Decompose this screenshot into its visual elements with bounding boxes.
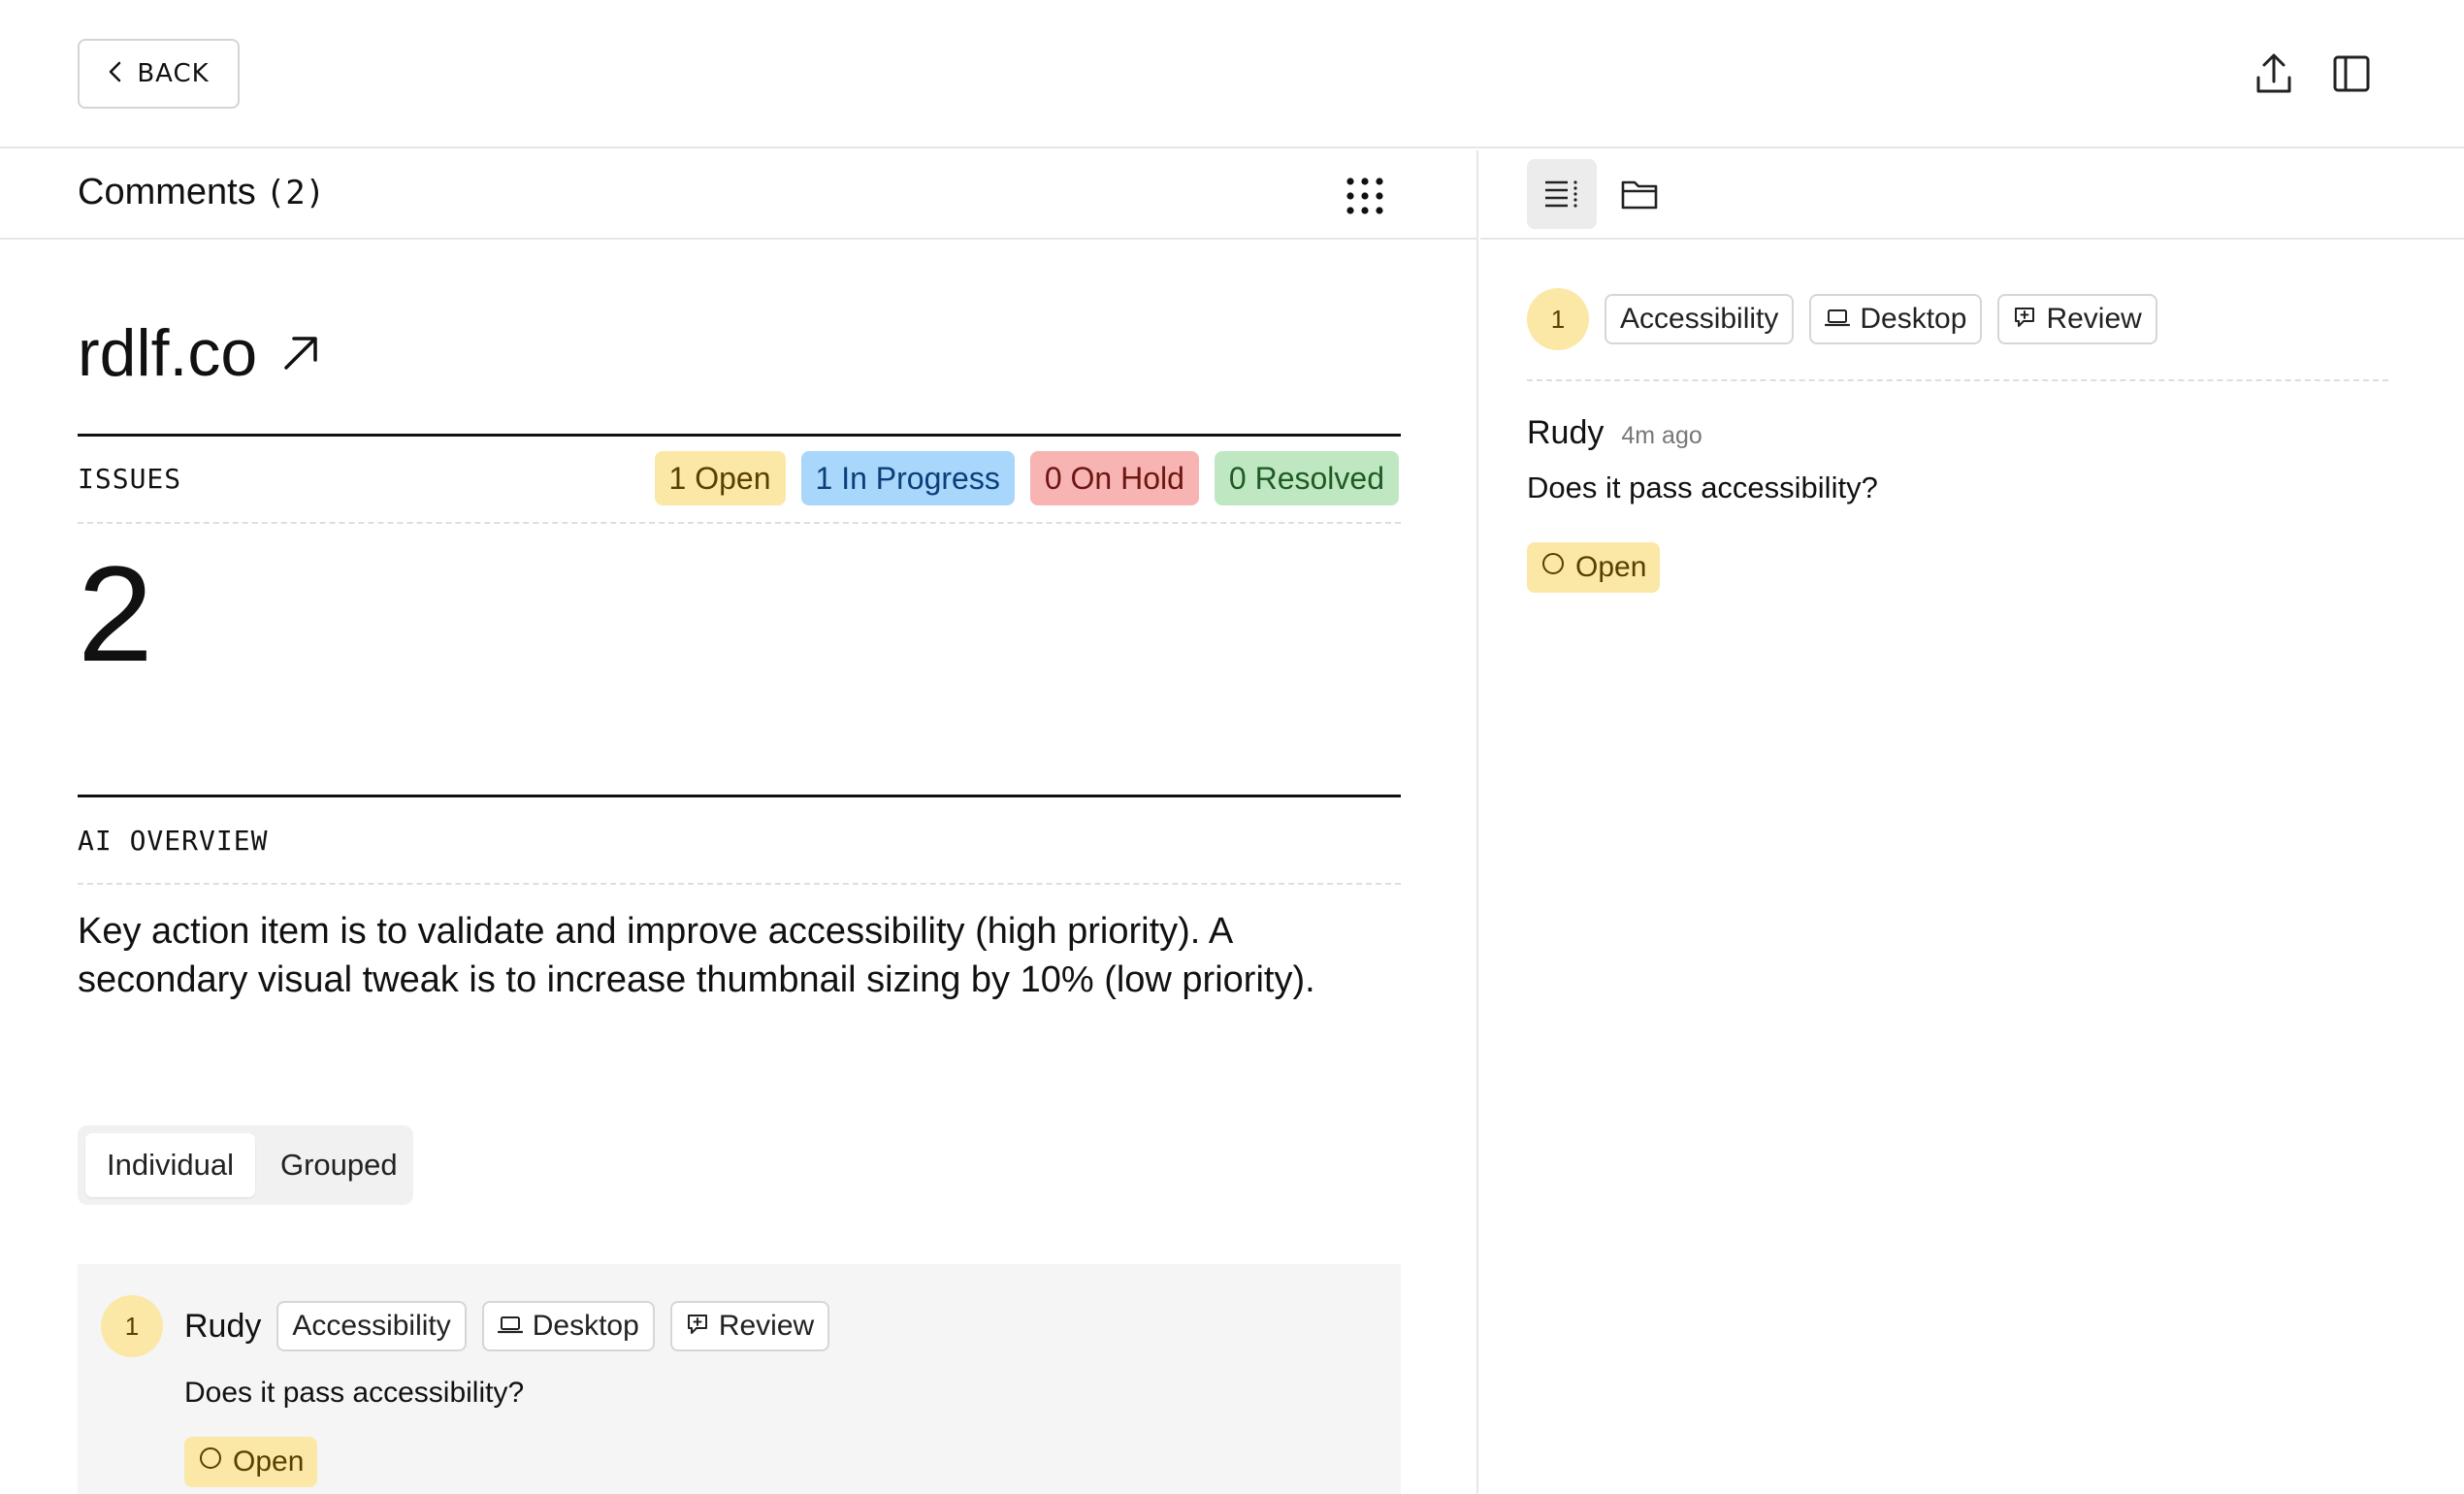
ai-overview-rule [78, 795, 1401, 797]
tag-accessibility[interactable]: Accessibility [276, 1301, 467, 1351]
upload-icon[interactable] [2249, 49, 2299, 99]
tag-label: Desktop [532, 1310, 639, 1342]
issues-divider [78, 522, 1401, 524]
detail-panel: 1 Accessibility Desktop Review Rudy 4m a… [1480, 150, 2464, 1494]
comment-number: 1 [101, 1295, 163, 1357]
comment-card[interactable]: 1 Rudy Accessibility Desktop Review Does… [78, 1264, 1401, 1494]
comment-status[interactable]: Open [184, 1437, 318, 1487]
individual-view-button[interactable]: Individual [85, 1133, 255, 1197]
tag-desktop[interactable]: Desktop [1809, 294, 1983, 344]
comment-author: Rudy [184, 1307, 262, 1345]
circle-icon [1540, 551, 1566, 584]
grid-menu-icon[interactable] [1341, 172, 1389, 220]
issues-total: 2 [78, 537, 153, 690]
tag-review[interactable]: Review [1997, 294, 2157, 344]
external-link-icon[interactable] [280, 333, 321, 374]
list-view-icon[interactable] [1527, 159, 1597, 229]
issue-status-badges: 1 Open 1 In Progress 0 On Hold 0 Resolve… [654, 451, 1399, 505]
laptop-icon [497, 1310, 523, 1343]
comment-text: Does it pass accessibility? [184, 1377, 525, 1409]
site-name: rdlf.co [78, 316, 258, 390]
tag-label: Accessibility [1620, 303, 1779, 335]
comments-title-text: Comments [78, 172, 256, 212]
message-plus-icon [686, 1310, 709, 1343]
tag-accessibility[interactable]: Accessibility [1605, 294, 1795, 344]
message-plus-icon [2013, 303, 2036, 336]
tag-label: Desktop [1860, 303, 1967, 335]
issues-label: ISSUES [78, 463, 182, 495]
left-panel: Comments (2) rdlf.co ISSUES 1 Open 1 In … [0, 150, 1478, 1494]
circle-icon [198, 1445, 223, 1478]
tag-label: Review [2046, 303, 2142, 335]
back-label: BACK [137, 59, 210, 88]
site-link[interactable]: rdlf.co [78, 315, 321, 391]
in-progress-count-badge[interactable]: 1 In Progress [800, 451, 1015, 505]
tag-desktop[interactable]: Desktop [481, 1301, 655, 1351]
comments-count: (2) [265, 174, 326, 212]
detail-divider [1527, 379, 2388, 381]
laptop-icon [1825, 303, 1851, 336]
detail-timestamp: 4m ago [1621, 422, 1702, 449]
status-label: Open [1575, 551, 1647, 583]
status-label: Open [233, 1445, 305, 1478]
detail-toolbar [1480, 150, 2464, 240]
tag-label: Accessibility [292, 1310, 451, 1342]
detail-author: Rudy [1527, 414, 1605, 451]
back-button[interactable]: BACK [78, 39, 240, 109]
grouped-view-button[interactable]: Grouped [259, 1133, 419, 1197]
sidebar-toggle-icon[interactable] [2326, 49, 2377, 99]
detail-text: Does it pass accessibility? [1527, 471, 1878, 504]
comments-title: Comments (2) [78, 172, 325, 213]
chevron-left-icon [108, 61, 123, 87]
detail-number: 1 [1527, 288, 1589, 350]
view-mode-toggle: Individual Grouped [78, 1125, 413, 1205]
on-hold-count-badge[interactable]: 0 On Hold [1029, 451, 1199, 505]
comment-meta: Rudy Accessibility Desktop Review [184, 1301, 830, 1351]
open-count-badge[interactable]: 1 Open [654, 451, 786, 505]
folder-icon[interactable] [1605, 159, 1674, 229]
issues-rule [78, 434, 1401, 437]
tag-review[interactable]: Review [669, 1301, 830, 1351]
detail-status[interactable]: Open [1527, 542, 1661, 593]
ai-overview-text: Key action item is to validate and impro… [78, 911, 1315, 1000]
detail-meta: Rudy 4m ago [1527, 414, 1702, 452]
tag-label: Review [718, 1310, 815, 1342]
ai-overview-divider [78, 883, 1401, 885]
comments-header: Comments (2) [0, 150, 1478, 240]
top-bar: BACK [0, 0, 2464, 148]
detail-header: 1 Accessibility Desktop Review [1527, 288, 2157, 350]
resolved-count-badge[interactable]: 0 Resolved [1214, 451, 1399, 505]
ai-overview-label: AI OVERVIEW [78, 825, 269, 857]
